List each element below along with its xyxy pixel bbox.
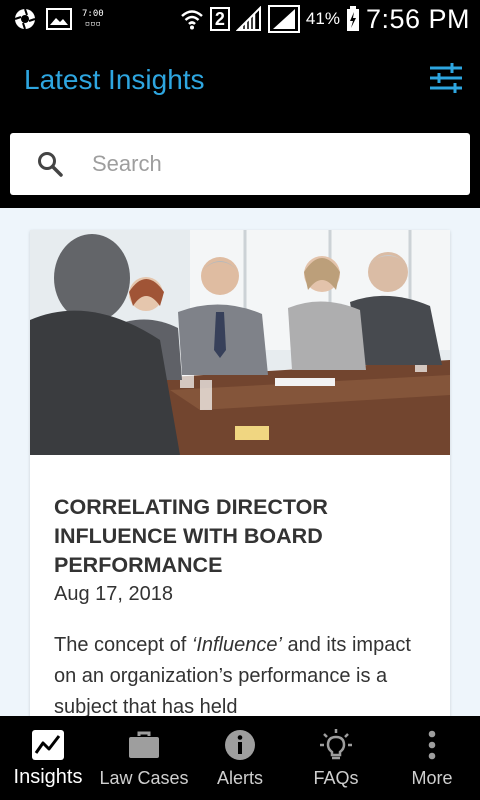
- sim-slot-badge: 2: [209, 7, 230, 31]
- page-title: Latest Insights: [24, 64, 205, 95]
- nav-label-faqs: FAQs: [313, 768, 359, 788]
- nav-label-alerts: Alerts: [216, 768, 263, 788]
- status-time: 7:56 PM: [365, 3, 470, 34]
- search-input[interactable]: [92, 151, 452, 177]
- signal-icon-2: [267, 5, 300, 33]
- trend-chart-icon: [32, 730, 64, 760]
- briefcase-icon: [129, 731, 159, 758]
- battery-charging-icon: [346, 6, 359, 31]
- nav-label-more: More: [411, 768, 453, 788]
- search-bar[interactable]: [10, 133, 470, 195]
- mini-clock-widget: 7:00 ▫▫▫: [82, 9, 104, 29]
- status-bar: 7:00 ▫▫▫ 2 41% 7:56 PM: [0, 0, 480, 38]
- mini-clock-text: 7:00: [82, 9, 104, 19]
- nav-item-more[interactable]: More: [384, 716, 480, 800]
- bottom-navigation: Insights Law Cases Alerts FAQs More: [0, 716, 480, 800]
- nav-label-law-cases: Law Cases: [99, 768, 189, 788]
- article-date: Aug 17, 2018: [54, 583, 173, 605]
- filter-button[interactable]: [428, 60, 464, 96]
- lightbulb-icon: [320, 729, 352, 760]
- nav-item-insights[interactable]: Insights: [0, 716, 96, 800]
- article-excerpt-start: The concept of: [54, 634, 192, 656]
- article-excerpt-emphasis: ‘Influence’: [191, 634, 282, 656]
- article-title[interactable]: CORRELATING DIRECTOR INFLUENCE WITH BOAR…: [54, 493, 434, 580]
- signal-icon: [235, 6, 261, 31]
- nav-item-faqs[interactable]: FAQs: [288, 716, 384, 800]
- more-vertical-icon: [428, 730, 436, 760]
- app-bar: Latest Insights: [0, 38, 480, 208]
- article-card[interactable]: CORRELATING DIRECTOR INFLUENCE WITH BOAR…: [30, 230, 450, 716]
- mini-clock-dots: ▫▫▫: [84, 19, 101, 29]
- board-meeting-photo: [30, 230, 450, 455]
- image-icon: [46, 8, 72, 30]
- nav-label-insights: Insights: [13, 766, 83, 788]
- sliders-icon: [430, 63, 462, 93]
- battery-percent: 41%: [305, 9, 340, 28]
- article-image: [30, 230, 450, 455]
- nav-item-alerts[interactable]: Alerts: [192, 716, 288, 800]
- insights-list[interactable]: CORRELATING DIRECTOR INFLUENCE WITH BOAR…: [0, 208, 480, 716]
- aperture-icon: [14, 8, 36, 30]
- wifi-icon: [181, 10, 203, 30]
- search-icon: [38, 152, 63, 177]
- info-icon: [225, 730, 255, 760]
- nav-item-law-cases[interactable]: Law Cases: [96, 716, 192, 800]
- article-excerpt: The concept of ‘Influence’ and its impac…: [54, 630, 434, 716]
